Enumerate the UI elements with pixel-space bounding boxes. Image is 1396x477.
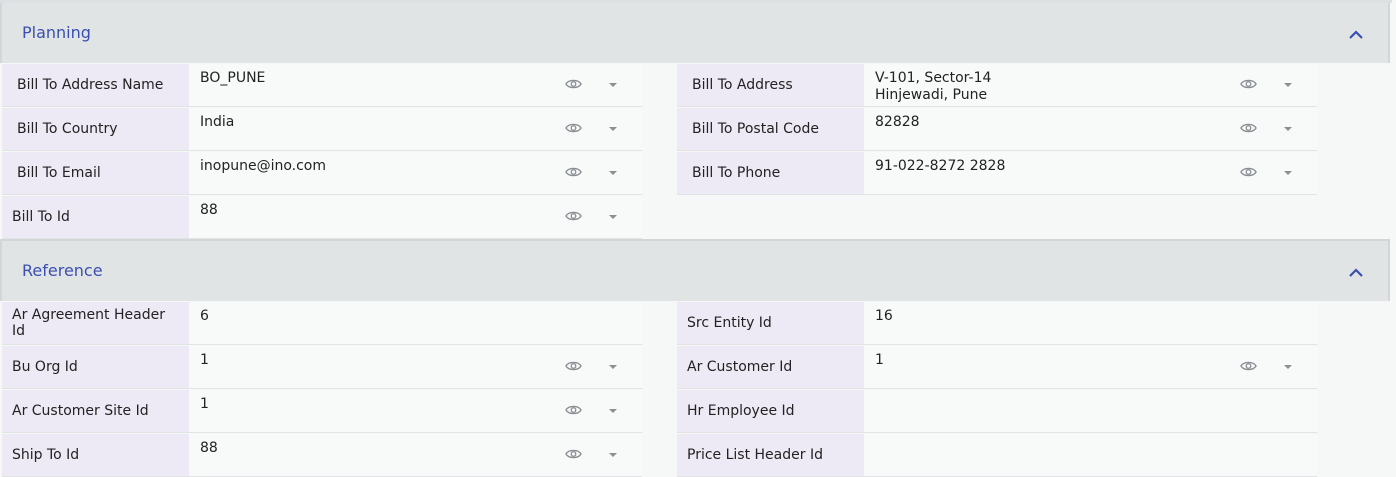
caret-down-icon[interactable] [609, 453, 617, 457]
section-title: Reference [22, 261, 103, 280]
field-bill-to-address-name: Bill To Address Name BO_PUNE [2, 64, 642, 107]
caret-down-icon[interactable] [609, 215, 617, 219]
field-value[interactable]: 1 [875, 352, 884, 369]
eye-icon[interactable] [565, 360, 582, 372]
eye-icon[interactable] [1240, 166, 1257, 178]
field-value-cell[interactable] [864, 434, 1317, 476]
field-value-cell[interactable]: 16 [864, 302, 1317, 344]
field-value[interactable]: 91-022-8272 2828 [875, 158, 1005, 175]
field-label: Bill To Id [12, 209, 70, 225]
field-label: Ar Agreement Header Id [12, 307, 165, 339]
field-hr-employee-id: Hr Employee Id [677, 390, 1317, 433]
eye-icon[interactable] [565, 166, 582, 178]
field-bill-to-postal-code: Bill To Postal Code 82828 [677, 108, 1317, 151]
section-header-reference[interactable]: Reference [0, 241, 1390, 301]
field-bill-to-address: Bill To Address V-101, Sector-14 Hinjewa… [677, 64, 1317, 107]
field-value[interactable]: 88 [200, 202, 218, 219]
eye-icon[interactable] [565, 448, 582, 460]
caret-down-icon[interactable] [1284, 365, 1292, 369]
caret-down-icon[interactable] [609, 409, 617, 413]
eye-icon[interactable] [565, 210, 582, 222]
field-value[interactable]: inopune@ino.com [200, 158, 326, 175]
field-label: Price List Header Id [687, 447, 823, 463]
field-value[interactable]: BO_PUNE [200, 70, 265, 87]
field-label: Bill To Country [17, 121, 118, 137]
caret-down-icon[interactable] [609, 127, 617, 131]
field-value-cell[interactable]: BO_PUNE [189, 64, 642, 106]
field-value[interactable]: 1 [200, 352, 209, 369]
caret-down-icon[interactable] [609, 365, 617, 369]
field-value-cell[interactable]: India [189, 108, 642, 150]
field-label: Ar Customer Site Id [12, 403, 149, 419]
field-label: Bill To Phone [692, 165, 781, 181]
field-label: Bill To Address Name [17, 77, 164, 93]
caret-down-icon[interactable] [1284, 171, 1292, 175]
field-label: Src Entity Id [687, 315, 772, 331]
field-ar-customer-site-id: Ar Customer Site Id 1 [2, 390, 642, 433]
eye-icon[interactable] [1240, 122, 1257, 134]
field-label: Ar Customer Id [687, 359, 793, 375]
chevron-up-icon[interactable] [1348, 266, 1364, 278]
field-bill-to-email: Bill To Email inopune@ino.com [2, 152, 642, 195]
field-value-cell[interactable]: 88 [189, 196, 642, 238]
eye-icon[interactable] [565, 78, 582, 90]
field-label: Bill To Email [17, 165, 101, 181]
field-label: Bu Org Id [12, 359, 78, 375]
caret-down-icon[interactable] [609, 171, 617, 175]
caret-down-icon[interactable] [1284, 127, 1292, 131]
field-value-cell[interactable]: 82828 [864, 108, 1317, 150]
field-label: Bill To Postal Code [692, 121, 819, 137]
section-header-planning[interactable]: Planning [0, 3, 1390, 63]
eye-icon[interactable] [565, 122, 582, 134]
section-title: Planning [22, 23, 91, 42]
field-src-entity-id: Src Entity Id 16 [677, 302, 1317, 345]
field-bu-org-id: Bu Org Id 1 [2, 346, 642, 389]
caret-down-icon[interactable] [1284, 83, 1292, 87]
field-label: Hr Employee Id [687, 403, 795, 419]
field-value[interactable]: India [200, 114, 234, 131]
caret-down-icon[interactable] [609, 83, 617, 87]
field-price-list-header-id: Price List Header Id [677, 434, 1317, 477]
field-value-cell[interactable]: 1 [189, 346, 642, 388]
field-value-cell[interactable]: inopune@ino.com [189, 152, 642, 194]
field-value-cell[interactable]: 1 [189, 390, 642, 432]
field-label: Ship To Id [12, 447, 80, 463]
field-label: Bill To Address [692, 77, 793, 93]
field-value[interactable]: 82828 [875, 114, 920, 131]
field-value[interactable]: 88 [200, 440, 218, 457]
field-bill-to-country: Bill To Country India [2, 108, 642, 151]
field-ar-agreement-header-id: Ar Agreement Header Id 6 [2, 302, 642, 345]
field-value-cell[interactable]: 88 [189, 434, 642, 476]
eye-icon[interactable] [1240, 360, 1257, 372]
field-value-cell[interactable] [864, 390, 1317, 432]
field-value-cell[interactable]: 91-022-8272 2828 [864, 152, 1317, 194]
field-bill-to-phone: Bill To Phone 91-022-8272 2828 [677, 152, 1317, 195]
field-value[interactable]: V-101, Sector-14 Hinjewadi, Pune [875, 70, 991, 104]
field-value[interactable]: 1 [200, 396, 209, 413]
field-value[interactable]: 16 [875, 308, 893, 325]
chevron-up-icon[interactable] [1348, 28, 1364, 40]
field-ar-customer-id: Ar Customer Id 1 [677, 346, 1317, 389]
field-bill-to-id: Bill To Id 88 [2, 196, 642, 239]
field-value-cell[interactable]: 1 [864, 346, 1317, 388]
field-value-cell[interactable]: V-101, Sector-14 Hinjewadi, Pune [864, 64, 1317, 106]
eye-icon[interactable] [1240, 78, 1257, 90]
eye-icon[interactable] [565, 404, 582, 416]
field-ship-to-id: Ship To Id 88 [2, 434, 642, 477]
field-value[interactable]: 6 [200, 308, 209, 325]
field-value-cell[interactable]: 6 [189, 302, 642, 344]
